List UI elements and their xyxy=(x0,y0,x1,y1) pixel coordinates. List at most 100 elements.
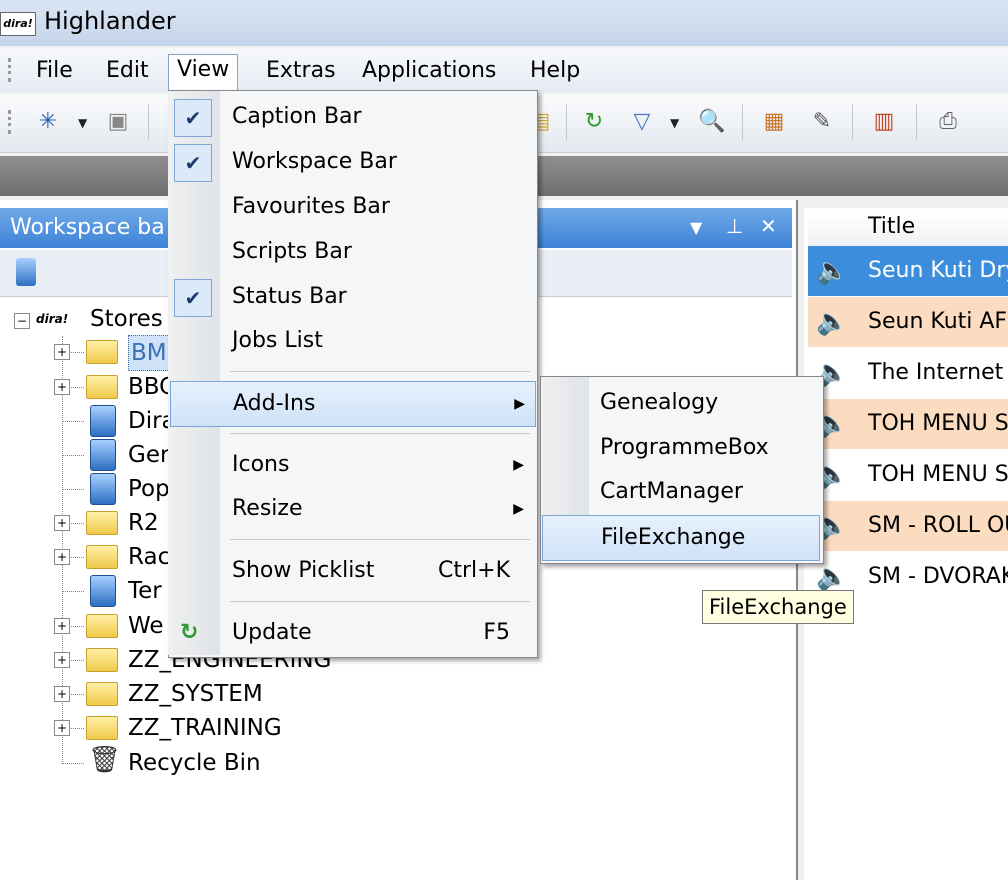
list-item-title: TOH MENU S xyxy=(868,462,1008,487)
list-item[interactable]: 🔈 SM - ROLL OU xyxy=(808,501,1008,551)
collapse-icon[interactable]: − xyxy=(14,313,30,329)
tree-root-stores[interactable]: Stores xyxy=(90,302,163,336)
menu-item-label: Resize xyxy=(232,496,303,521)
folder-icon xyxy=(86,716,118,740)
close-icon[interactable]: ✕ xyxy=(760,214,777,238)
menu-item-label: Scripts Bar xyxy=(232,239,352,264)
tree-item[interactable]: R2 xyxy=(128,506,159,540)
tree-item[interactable]: We xyxy=(128,609,164,643)
expand-icon[interactable]: + xyxy=(54,618,70,634)
menu-file[interactable]: File xyxy=(28,56,81,86)
menu-item-shortcut: F5 xyxy=(483,620,510,645)
filter-icon[interactable]: ▽ xyxy=(628,108,656,136)
menu-extras[interactable]: Extras xyxy=(258,56,344,86)
view-menu-item-add-ins[interactable]: Add-Ins ▶ xyxy=(170,381,536,427)
tree-line xyxy=(62,591,84,592)
tree-item[interactable]: Ger xyxy=(128,438,169,472)
submenu-arrow-icon: ▶ xyxy=(514,396,525,412)
edit-document-icon[interactable]: ✎ xyxy=(808,108,836,136)
expand-icon[interactable]: + xyxy=(54,379,70,395)
toolbar-separator xyxy=(742,104,743,140)
expand-icon[interactable]: + xyxy=(54,515,70,531)
refresh-icon: ↻ xyxy=(180,620,199,645)
list-item-title: Seun Kuti Dry xyxy=(868,258,1008,283)
view-menu-item-scripts-bar[interactable]: Scripts Bar xyxy=(170,230,534,274)
properties-icon[interactable]: ▦ xyxy=(760,108,788,136)
window-title: Highlander xyxy=(44,7,176,35)
stores-icon[interactable] xyxy=(16,258,36,286)
view-menu-item-status-bar[interactable]: ✔ Status Bar xyxy=(170,275,534,319)
expand-icon[interactable]: + xyxy=(54,652,70,668)
print-icon[interactable]: ⎙ xyxy=(934,108,962,136)
view-menu-item-favourites-bar[interactable]: Favourites Bar xyxy=(170,185,534,229)
list-item-title: SM - ROLL OU xyxy=(868,513,1008,538)
list-item[interactable]: 🔈 Seun Kuti AFR xyxy=(808,297,1008,347)
addins-item-cartmanager[interactable]: CartManager xyxy=(542,470,818,514)
refresh-icon[interactable]: ↻ xyxy=(580,108,608,136)
view-menu-item-workspace-bar[interactable]: ✔ Workspace Bar xyxy=(170,140,534,184)
menu-bar: File Edit View Extras Applications Help xyxy=(0,48,1008,93)
search-icon[interactable]: 🔍 xyxy=(698,108,726,136)
new-item-icon[interactable]: ✳ xyxy=(34,108,62,136)
store-icon xyxy=(90,575,116,607)
tree-item[interactable]: BM xyxy=(128,335,170,371)
submenu-arrow-icon: ▶ xyxy=(513,501,524,517)
view-menu-item-update[interactable]: ↻ Update F5 xyxy=(170,611,534,655)
view-menu-item-icons[interactable]: Icons ▶ xyxy=(170,443,534,487)
addins-item-programmebox[interactable]: ProgrammeBox xyxy=(542,426,818,470)
dira-logo: dira! xyxy=(36,312,69,326)
list-item-title: SM - DVORAK xyxy=(868,564,1008,589)
filter-dropdown-arrow-icon[interactable]: ▼ xyxy=(670,116,679,130)
view-menu-item-caption-bar[interactable]: ✔ Caption Bar xyxy=(170,95,534,139)
menu-view[interactable]: View xyxy=(168,54,239,93)
folder-icon xyxy=(86,648,118,672)
menu-item-label: Favourites Bar xyxy=(232,194,390,219)
view-menu-item-show-picklist[interactable]: Show Picklist Ctrl+K xyxy=(170,549,534,593)
pin-icon[interactable]: ⊥ xyxy=(726,214,743,238)
menubar-grip[interactable] xyxy=(8,58,15,82)
title-bar[interactable]: dira! Highlander xyxy=(0,0,1008,46)
view-menu-item-resize[interactable]: Resize ▶ xyxy=(170,487,534,531)
tree-item[interactable]: Ter xyxy=(128,574,162,608)
audio-icon: 🔈 xyxy=(816,307,849,337)
menu-separator xyxy=(230,433,530,434)
column-title-header[interactable]: Title xyxy=(868,214,915,239)
folder-icon xyxy=(86,614,118,638)
list-item[interactable]: 🔈The Internet V xyxy=(808,348,1008,398)
list-header: Title xyxy=(808,212,1008,247)
menu-separator xyxy=(230,539,530,540)
trash-icon: 🗑 xyxy=(88,745,122,775)
addins-item-fileexchange[interactable]: FileExchange xyxy=(542,515,820,561)
view-menu-item-jobs-list[interactable]: Jobs List xyxy=(170,319,534,363)
tree-item[interactable]: Recycle Bin xyxy=(128,746,261,780)
tooltip: FileExchange xyxy=(702,590,854,624)
list-item[interactable]: 🔈 Seun Kuti Dry xyxy=(808,246,1008,296)
menu-applications[interactable]: Applications xyxy=(354,56,504,86)
panel-dropdown-icon[interactable]: ▼ xyxy=(690,218,702,237)
tree-item[interactable]: ZZ_SYSTEM xyxy=(128,677,263,711)
chart-icon[interactable]: ▥ xyxy=(870,108,898,136)
menu-edit[interactable]: Edit xyxy=(98,56,157,86)
app-logo: dira! xyxy=(0,12,36,36)
toolbar-grip[interactable] xyxy=(8,110,15,134)
expand-icon[interactable]: + xyxy=(54,344,70,360)
tree-item[interactable]: ZZ_TRAINING xyxy=(128,711,282,745)
list-item[interactable]: 🔈 TOH MENU S xyxy=(808,450,1008,500)
expand-icon[interactable]: + xyxy=(54,686,70,702)
expand-icon[interactable]: + xyxy=(54,549,70,565)
toolbar-separator xyxy=(852,104,853,140)
expand-icon[interactable]: + xyxy=(54,720,70,736)
new-dropdown-arrow-icon[interactable]: ▼ xyxy=(78,116,87,130)
tree-item[interactable]: Rac xyxy=(128,540,170,574)
tree-line xyxy=(62,763,84,764)
addins-item-genealogy[interactable]: Genealogy xyxy=(542,381,818,425)
list-item[interactable]: 🔈 TOH MENU S xyxy=(808,399,1008,449)
folder-icon xyxy=(86,545,118,569)
menu-separator xyxy=(230,601,530,602)
menu-help[interactable]: Help xyxy=(522,56,588,86)
menu-item-label: Jobs List xyxy=(232,328,323,353)
save-icon[interactable]: ▣ xyxy=(104,108,132,136)
menu-item-label: FileExchange xyxy=(601,525,746,550)
folder-icon xyxy=(86,375,118,399)
tree-item[interactable]: Pop xyxy=(128,472,170,506)
